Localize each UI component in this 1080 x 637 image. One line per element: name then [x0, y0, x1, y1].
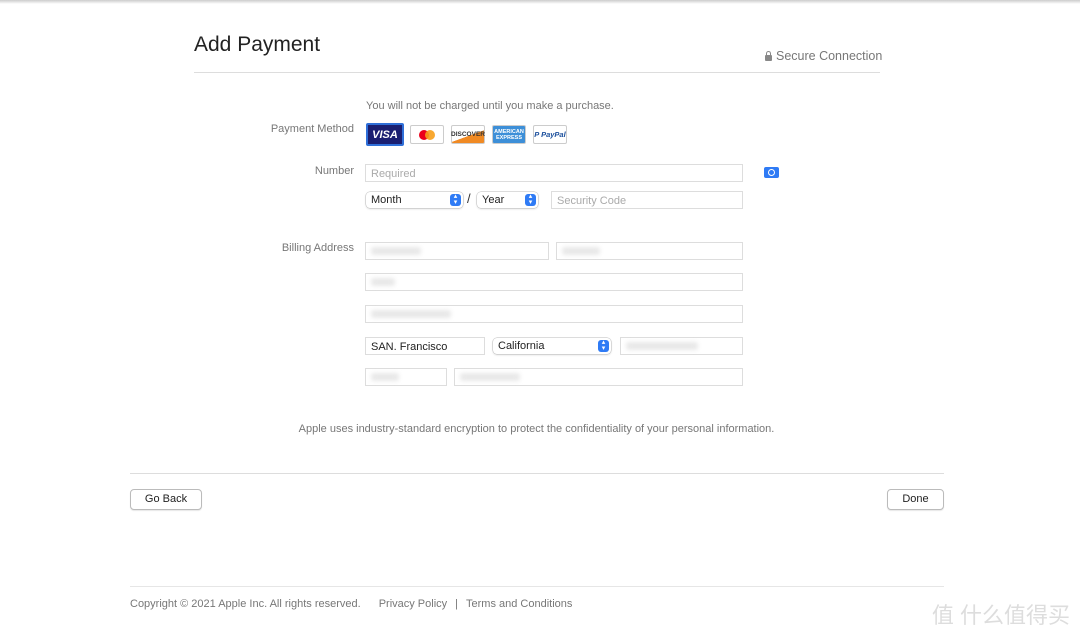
divider: [130, 473, 944, 474]
zip-input[interactable]: [620, 337, 743, 355]
watermark-logo: 值 什么值得买: [931, 603, 1070, 628]
payment-method-label: Payment Method: [270, 123, 354, 135]
charge-notice: You will not be charged until you make a…: [366, 100, 614, 112]
footer-separator: |: [455, 598, 459, 610]
card-number-input[interactable]: Required: [365, 164, 743, 182]
billing-address-label: Billing Address: [281, 242, 354, 254]
card-visa[interactable]: VISA: [366, 123, 404, 146]
done-button[interactable]: Done: [887, 489, 944, 510]
number-label: Number: [314, 165, 354, 177]
privacy-policy-link[interactable]: Privacy Policy: [379, 598, 447, 610]
first-name-input[interactable]: [365, 242, 549, 260]
encryption-note: Apple uses industry-standard encryption …: [298, 423, 775, 435]
month-select[interactable]: Month ▴ ▾: [366, 192, 463, 208]
date-separator: /: [467, 191, 471, 206]
divider: [130, 586, 944, 587]
terms-link[interactable]: Terms and Conditions: [466, 598, 572, 610]
secure-connection: Secure Connection: [765, 49, 882, 63]
state-select[interactable]: California ▴ ▾: [493, 338, 611, 354]
card-discover[interactable]: DISCOVER: [451, 125, 485, 144]
camera-icon[interactable]: [764, 167, 779, 178]
go-back-button[interactable]: Go Back: [130, 489, 202, 510]
last-name-input[interactable]: [556, 242, 743, 260]
card-paypal[interactable]: P PayPal: [533, 125, 567, 144]
year-select[interactable]: Year ▴ ▾: [477, 192, 538, 208]
divider: [194, 72, 880, 73]
city-input[interactable]: SAN. Francisco: [365, 337, 485, 355]
stepper-icon: ▴ ▾: [598, 339, 609, 352]
copyright: Copyright © 2021 Apple Inc. All rights r…: [130, 598, 361, 610]
card-mastercard[interactable]: [410, 125, 444, 144]
phone-input[interactable]: [454, 368, 743, 386]
card-amex[interactable]: AMERICAN EXPRESS: [492, 125, 526, 144]
page-title: Add Payment: [194, 33, 321, 56]
security-code-input[interactable]: Security Code: [551, 191, 743, 209]
area-code-input[interactable]: [365, 368, 447, 386]
address-line2-input[interactable]: [365, 305, 743, 323]
stepper-icon: ▴ ▾: [525, 193, 536, 206]
window-shadow: [0, 0, 1080, 4]
lock-icon: [765, 50, 772, 61]
stepper-icon: ▴ ▾: [450, 193, 461, 206]
address-line1-input[interactable]: [365, 273, 743, 291]
